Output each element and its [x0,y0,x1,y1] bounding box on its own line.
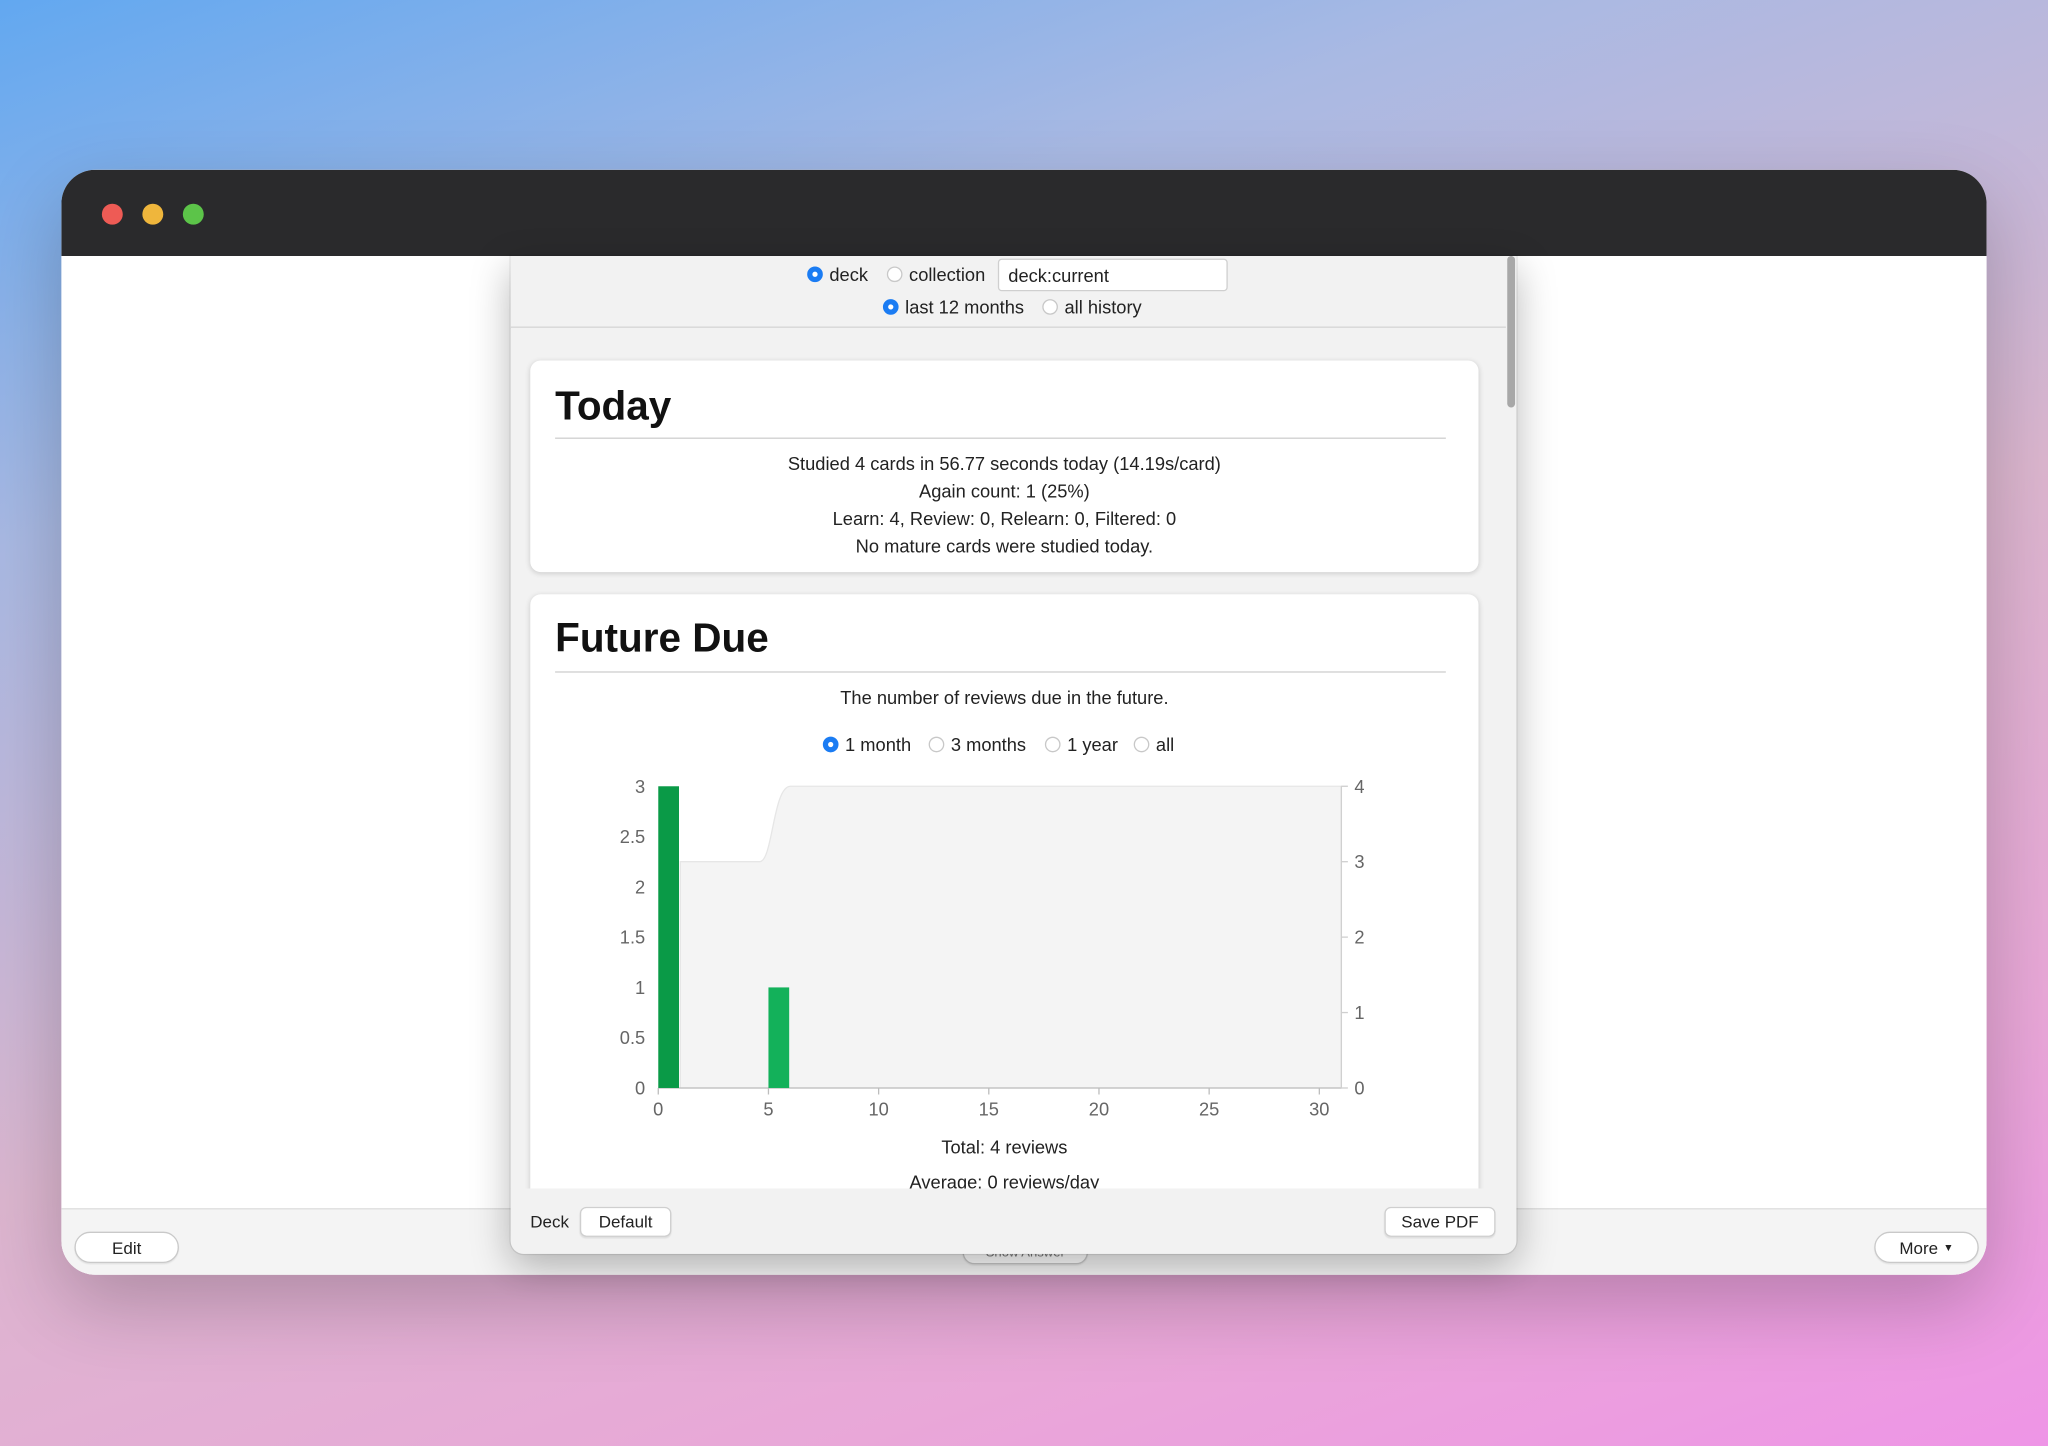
caret-down-icon: ▼ [1943,1241,1954,1254]
default-button[interactable]: Default [579,1206,672,1237]
total-value: 4 reviews [990,1136,1068,1158]
radio-selected-icon [807,266,823,283]
y2-tick-label: 4 [1354,776,1364,797]
more-button[interactable]: More ▼ [1874,1231,1979,1263]
today-heading: Today [555,382,672,429]
radio-unselected-icon [886,266,903,283]
y2-tick-label: 0 [1354,1078,1364,1099]
deck-search-input[interactable]: deck:current [997,258,1228,292]
today-divider [555,437,1446,439]
future-due-total: Total: 4 reviews [530,1136,1478,1157]
x-tick-label: 25 [1199,1098,1219,1119]
future-due-average: Average: 0 reviews/day [530,1172,1478,1189]
x-tick-label: 5 [763,1098,773,1119]
save-pdf-button-label: Save PDF [1401,1212,1479,1232]
stats-scrollbar[interactable] [1505,255,1517,1189]
total-label: Total: [941,1136,986,1158]
default-button-label: Default [598,1212,653,1232]
title-bar [61,169,1987,256]
radio-unselected-icon [1042,299,1058,315]
period-radio-last-12-months[interactable]: last 12 months [882,296,1025,318]
today-card: Today Studied 4 cards in 56.77 seconds t… [530,360,1479,573]
y-tick-label: 0 [635,1078,645,1099]
y2-tick-label: 1 [1354,1002,1364,1023]
x-tick-label: 20 [1089,1098,1109,1119]
x-tick-label: 30 [1309,1098,1329,1119]
save-pdf-button[interactable]: Save PDF [1384,1206,1496,1237]
stats-scroll-area[interactable]: Today Studied 4 cards in 56.77 seconds t… [510,329,1506,1189]
minimize-window-icon[interactable] [142,203,164,225]
y-tick-label: 2 [635,876,645,897]
x-tick-label: 10 [868,1098,888,1119]
future-due-card: Future Due The number of reviews due in … [530,594,1479,1189]
scope-deck-label: deck [829,263,869,285]
x-tick-label: 15 [979,1098,999,1119]
more-button-label: More [1899,1237,1939,1258]
statistics-dialog: deck collection deck:current last 12 mon… [510,255,1517,1254]
today-studied-line: Studied 4 cards in 56.77 seconds today (… [787,453,1221,475]
y-tick-label: 0.5 [620,1027,645,1048]
today-mature-line: No mature cards were studied today. [855,535,1154,557]
edit-button[interactable]: Edit [74,1231,179,1263]
y-tick-label: 3 [635,776,645,797]
future-due-bar [658,786,680,1088]
radio-selected-icon [882,299,899,315]
deck-search-value: deck:current [1008,265,1109,287]
y-tick-label: 2.5 [620,826,645,847]
period-all-label: all history [1064,296,1142,318]
scope-radio-deck[interactable]: deck [807,264,868,285]
period-radio-all-history[interactable]: all history [1042,296,1142,318]
today-again-line: Again count: 1 (25%) [919,480,1090,502]
y2-tick-label: 2 [1354,927,1364,948]
stats-scrollbar-thumb[interactable] [1507,255,1516,408]
close-window-icon[interactable] [101,203,123,225]
future-due-chart: 0 5 10 15 20 25 3000.511.522.5301234 [620,776,1365,1120]
zoom-window-icon[interactable] [182,203,204,225]
stats-filter-bar: deck collection deck:current last 12 mon… [510,255,1506,328]
deck-label: Deck [530,1212,569,1232]
average-label: Average: [909,1171,983,1189]
scope-collection-label: collection [909,263,986,285]
x-tick-label: 0 [653,1098,663,1119]
stats-footer: Deck Default Save PDF [510,1188,1517,1254]
average-value: 0 reviews/day [987,1171,1100,1189]
period-12m-label: last 12 months [905,296,1025,318]
today-breakdown-line: Learn: 4, Review: 0, Relearn: 0, Filtere… [832,508,1177,529]
future-due-bar [768,987,790,1088]
scope-radio-collection[interactable]: collection [886,263,986,285]
edit-button-label: Edit [112,1237,142,1258]
y2-tick-label: 3 [1354,851,1364,872]
y-tick-label: 1.5 [620,927,645,948]
y-tick-label: 1 [635,977,645,998]
